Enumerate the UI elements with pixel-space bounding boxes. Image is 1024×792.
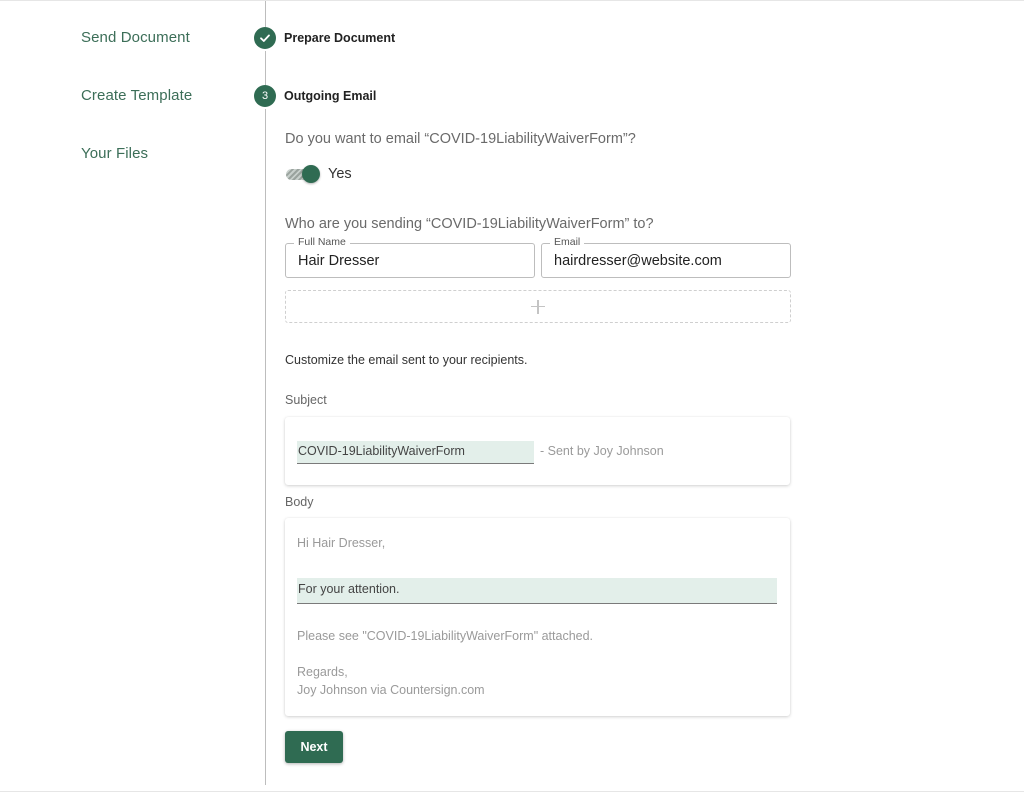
plus-icon (531, 299, 545, 314)
recipients-question: Who are you sending “COVID-19LiabilityWa… (285, 216, 654, 232)
body-signature: Joy Johnson via Countersign.com (297, 683, 485, 697)
email-question: Do you want to email “COVID-19LiabilityW… (285, 131, 636, 147)
full-name-label: Full Name (294, 236, 350, 248)
body-greeting: Hi Hair Dresser, (297, 536, 386, 550)
full-name-field[interactable]: Full Name Hair Dresser (285, 236, 535, 278)
subject-input[interactable]: COVID-19LiabilityWaiverForm (297, 441, 534, 464)
email-toggle[interactable] (286, 165, 320, 183)
sidebar-item-create-template[interactable]: Create Template (81, 87, 192, 104)
subject-card: COVID-19LiabilityWaiverForm - Sent by Jo… (285, 417, 790, 485)
stepper-line (265, 51, 266, 85)
step-label-prepare-document[interactable]: Prepare Document (284, 31, 395, 45)
body-label: Body (285, 495, 314, 509)
step-label-outgoing-email: Outgoing Email (284, 89, 377, 103)
full-name-value: Hair Dresser (298, 253, 380, 269)
customize-text: Customize the email sent to your recipie… (285, 353, 528, 367)
stepper-line (265, 109, 266, 785)
step-completed-badge (254, 27, 276, 49)
body-message-input[interactable]: For your attention. (297, 578, 777, 604)
check-icon (260, 34, 270, 42)
subject-label: Subject (285, 393, 327, 407)
body-attachment-line: Please see "COVID-19LiabilityWaiverForm"… (297, 629, 594, 643)
email-field[interactable]: Email hairdresser@website.com (541, 236, 791, 278)
email-value: hairdresser@website.com (554, 253, 722, 269)
sidebar-item-send-document[interactable]: Send Document (81, 29, 190, 46)
next-button[interactable]: Next (285, 731, 343, 763)
body-closing: Regards, (297, 665, 348, 679)
email-label: Email (550, 236, 585, 248)
page: Send Document Create Template Your Files… (0, 0, 1024, 792)
step-number-badge: 3 (254, 85, 276, 107)
subject-suffix: - Sent by Joy Johnson (540, 444, 664, 458)
add-recipient-button[interactable] (285, 290, 791, 323)
toggle-thumb (302, 165, 320, 183)
stepper-line (265, 1, 266, 27)
sidebar-item-your-files[interactable]: Your Files (81, 145, 148, 162)
body-card: Hi Hair Dresser, For your attention. Ple… (285, 518, 790, 716)
toggle-label: Yes (328, 166, 352, 182)
